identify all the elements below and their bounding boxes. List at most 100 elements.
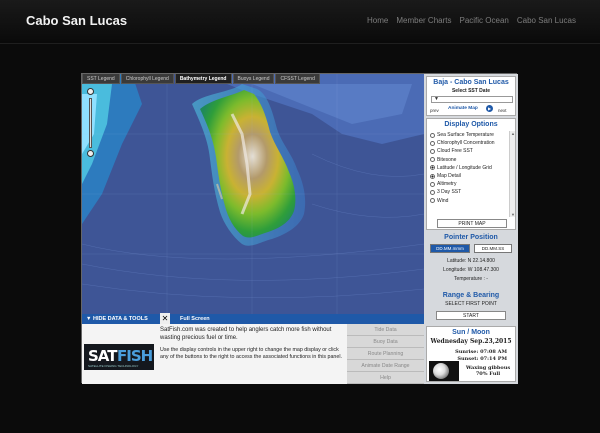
display-options-title: Display Options xyxy=(444,121,498,128)
radio-icon[interactable] xyxy=(430,189,435,195)
tab-buoys-legend[interactable]: Buoys Legend xyxy=(232,74,275,84)
radio-icon[interactable] xyxy=(430,181,435,187)
option-wind[interactable]: Wind xyxy=(430,197,508,205)
legend-tabs: SST Legend Chlorophyll Legend Bathymetry… xyxy=(82,74,320,84)
tide-data-button[interactable]: Tide Data xyxy=(347,324,424,336)
route-planning-button[interactable]: Route Planning xyxy=(347,348,424,360)
nav-member-charts[interactable]: Member Charts xyxy=(396,16,451,25)
radio-icon[interactable] xyxy=(430,157,435,163)
pointer-position-box: Pointer Position DD.MM.mmm DD.MM.SS Lati… xyxy=(426,232,516,290)
logo-fish: FISH xyxy=(117,347,153,365)
format-ddmmmmm-button[interactable]: DD.MM.mmm xyxy=(430,244,470,253)
option-label: Bitesone xyxy=(437,156,457,163)
sst-date-box: Baja - Cabo San Lucas Select SST Date ▼ … xyxy=(426,76,516,116)
select-first-point-label: SELECT FIRST POINT xyxy=(445,301,497,307)
range-bearing-title: Range & Bearing xyxy=(442,292,500,299)
nav-cabo-san-lucas[interactable]: Cabo San Lucas xyxy=(517,16,576,25)
control-panel: Baja - Cabo San Lucas Select SST Date ▼ … xyxy=(424,74,518,384)
zoom-control xyxy=(86,88,95,158)
option-label: Wind xyxy=(437,197,449,204)
info-intro: SatFish.com was created to help anglers … xyxy=(160,327,332,342)
latitude-readout: Latitude: N 22.14.800 xyxy=(447,258,495,264)
format-ddmmss-button[interactable]: DD.MM.SS xyxy=(474,244,512,253)
satfish-logo: SAT FISH SATELLITE FISHING TECHNOLOGY xyxy=(84,330,154,380)
help-button[interactable]: Help xyxy=(347,372,424,384)
radio-icon[interactable] xyxy=(430,173,435,179)
temperature-readout: Temperature : - xyxy=(454,276,488,282)
play-icon[interactable]: ▶ xyxy=(486,105,493,112)
data-tools-panel: ▼ HIDE DATA & TOOLS ✕ Full Screen SAT FI… xyxy=(82,313,424,384)
sunrise-text: Sunrise: 07:08 AM xyxy=(455,349,507,355)
sun-moon-box: Sun / Moon Wednesday Sep.23,2015 Sunrise… xyxy=(426,326,516,382)
hide-data-tools-button[interactable]: ▼ HIDE DATA & TOOLS xyxy=(86,316,148,322)
radio-icon[interactable] xyxy=(430,198,435,204)
zoom-slider[interactable] xyxy=(89,98,92,148)
options-scrollbar[interactable]: ▲ ▼ xyxy=(509,131,515,217)
animate-date-range-button[interactable]: Animate Date Range xyxy=(347,360,424,372)
option-lat-long-grid[interactable]: Latitude / Longitude Grid xyxy=(430,164,508,172)
region-title: Baja - Cabo San Lucas xyxy=(433,79,509,86)
pointer-position-title: Pointer Position xyxy=(444,234,498,241)
radio-icon[interactable] xyxy=(430,165,435,171)
moon-full-percent: 70% Full xyxy=(475,371,501,377)
animate-map-button[interactable]: Animate Map xyxy=(448,106,478,111)
start-button[interactable]: START xyxy=(436,311,506,320)
sst-date-label: Select SST Date xyxy=(451,88,491,94)
radio-icon[interactable] xyxy=(430,148,435,154)
radio-icon[interactable] xyxy=(430,140,435,146)
option-label: Cloud Free SST xyxy=(437,148,473,155)
moon-phase-text: Waxing gibbous 70% Full xyxy=(463,365,513,377)
option-map-detail[interactable]: Map Detail xyxy=(430,172,508,180)
option-3-day-sst[interactable]: 3 Day SST xyxy=(430,188,508,196)
info-instructions: Use the display controls in the upper ri… xyxy=(160,347,342,361)
scroll-down-icon[interactable]: ▼ xyxy=(510,212,516,217)
option-label: Map Detail xyxy=(437,173,461,180)
site-title[interactable]: Cabo San Lucas xyxy=(26,13,127,28)
tools-bar: ▼ HIDE DATA & TOOLS ✕ Full Screen xyxy=(82,313,424,324)
full-screen-button[interactable]: Full Screen xyxy=(180,316,210,322)
option-label: 3 Day SST xyxy=(437,189,462,196)
zoom-out-button[interactable] xyxy=(87,150,94,157)
longitude-readout: Longitude: W 108.47.300 xyxy=(443,267,499,273)
prev-button[interactable]: prev xyxy=(430,108,439,113)
info-text: SatFish.com was created to help anglers … xyxy=(160,326,344,366)
radio-icon[interactable] xyxy=(430,132,435,138)
tool-buttons: Tide Data Buoy Data Route Planning Anima… xyxy=(347,324,424,384)
zoom-in-button[interactable] xyxy=(87,88,94,95)
sun-moon-title: Sun / Moon xyxy=(452,329,490,336)
option-label: Sea Surface Temperature xyxy=(437,132,494,139)
sunset-text: Sunset: 07:14 PM xyxy=(457,356,507,362)
date-text: Wednesday Sep.23,2015 xyxy=(430,338,512,345)
option-cloud-free-sst[interactable]: Cloud Free SST xyxy=(430,147,508,155)
tab-chlorophyll-legend[interactable]: Chlorophyll Legend xyxy=(120,74,174,84)
display-options-box: Display Options Sea Surface Temperature … xyxy=(426,118,516,230)
tab-sst-legend[interactable]: SST Legend xyxy=(82,74,120,84)
fishing-map-app: SST Legend Chlorophyll Legend Bathymetry… xyxy=(81,73,518,384)
display-options-list: Sea Surface Temperature Chlorophyll Conc… xyxy=(430,131,508,205)
main-nav: Home Member Charts Pacific Ocean Cabo Sa… xyxy=(367,16,576,25)
moon-icon xyxy=(433,363,449,379)
tab-cfsst-legend[interactable]: CFSST Legend xyxy=(275,74,320,84)
map-graphic xyxy=(82,74,424,314)
nav-home[interactable]: Home xyxy=(367,16,388,25)
chevron-down-icon: ▼ xyxy=(434,96,439,102)
bathymetry-map[interactable]: SST Legend Chlorophyll Legend Bathymetry… xyxy=(82,74,424,314)
option-label: Altimetry xyxy=(437,181,457,188)
option-sea-surface-temperature[interactable]: Sea Surface Temperature xyxy=(430,131,508,139)
nav-pacific-ocean[interactable]: Pacific Ocean xyxy=(459,16,508,25)
option-altimetry[interactable]: Altimetry xyxy=(430,180,508,188)
buoy-data-button[interactable]: Buoy Data xyxy=(347,336,424,348)
option-label: Latitude / Longitude Grid xyxy=(437,164,492,171)
logo-sat: SAT xyxy=(88,347,118,365)
sst-date-select[interactable]: ▼ xyxy=(431,96,513,103)
option-label: Chlorophyll Concentration xyxy=(437,140,495,147)
option-chlorophyll[interactable]: Chlorophyll Concentration xyxy=(430,139,508,147)
close-icon[interactable]: ✕ xyxy=(160,313,170,324)
tab-bathymetry-legend[interactable]: Bathymetry Legend xyxy=(174,74,232,84)
logo-tagline: SATELLITE FISHING TECHNOLOGY xyxy=(88,364,139,368)
next-button[interactable]: next xyxy=(498,108,507,113)
print-map-button[interactable]: PRINT MAP xyxy=(437,219,507,228)
option-bitesone[interactable]: Bitesone xyxy=(430,156,508,164)
scroll-up-icon[interactable]: ▲ xyxy=(510,131,516,136)
site-header: Cabo San Lucas Home Member Charts Pacifi… xyxy=(0,0,600,44)
